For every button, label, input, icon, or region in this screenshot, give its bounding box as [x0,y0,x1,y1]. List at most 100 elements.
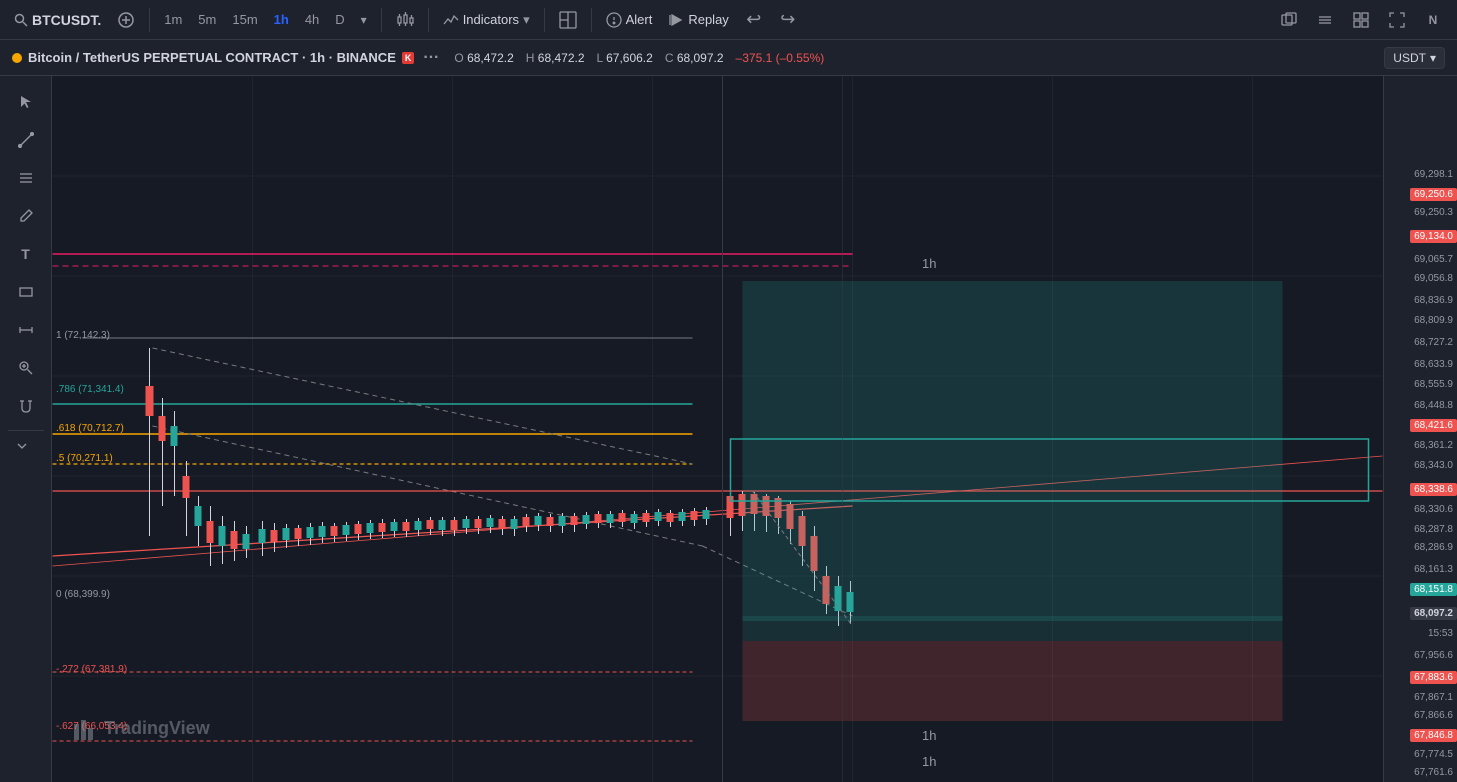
price-tick: 68,421.6 [1410,419,1457,432]
fib-level-neg272: -.272 (67,381.9) [56,664,127,675]
price-tick: 69,250.3 [1410,206,1457,219]
separator4 [544,8,545,32]
brush-tool[interactable] [8,198,44,234]
price-tick: 68,727.2 [1410,336,1457,349]
trend-line-tool[interactable] [8,122,44,158]
price-scale: 69,298.1 69,250.6 69,250.3 69,134.0 69,065.7… [1383,76,1457,782]
multipage-button[interactable] [1273,4,1305,36]
price-tick: 67,774.5 [1410,748,1457,761]
symbol-name-area: Bitcoin / TetherUS PERPETUAL CONTRACT · … [12,47,442,69]
price-tick: 68,343.0 [1410,459,1457,472]
price-tick: 67,846.8 [1410,729,1457,742]
zoom-tool[interactable] [8,350,44,386]
collapse-button[interactable] [8,435,36,457]
timeframe-dropdown[interactable]: ▾ [355,5,373,35]
indicators-chevron: ▾ [523,12,530,28]
undo-button[interactable]: ↩ [739,5,769,35]
ohlc-open: O 68,472.2 [454,51,513,65]
objects-tree-button[interactable] [1345,4,1377,36]
price-tick: 15:53 [1424,627,1457,640]
tf-4h[interactable]: 4h [299,9,325,30]
right-toolbar: N [1273,4,1449,36]
indicators-button[interactable]: Indicators ▾ [437,8,536,32]
text-tool[interactable]: T [8,236,44,272]
symbol-full-name: Bitcoin / TetherUS PERPETUAL CONTRACT · … [28,50,396,65]
price-tick: 68,161.3 [1410,563,1457,576]
fib-level-0: 0 (68,399.9) [56,589,110,600]
shapes-tool[interactable] [8,274,44,310]
price-tick: 67,956.6 [1410,649,1457,662]
separator5 [591,8,592,32]
price-tick: 68,330.6 [1410,503,1457,516]
tf-15m[interactable]: 15m [226,9,263,30]
tf-label-3: 1h [922,754,936,769]
fib-level-786: .786 (71,341.4) [56,384,124,395]
more-button[interactable]: ··· [420,47,442,69]
fib-level-5: .5 (70,271.1) [56,453,113,464]
price-tick: 68,555.9 [1410,378,1457,391]
separator3 [428,8,429,32]
ohlc-low: L 67,606.2 [597,51,653,65]
price-tick: 67,761.6 [1410,766,1457,779]
price-tick: 68,286.9 [1410,541,1457,554]
redo-button[interactable]: ↪ [773,5,803,35]
chart-area[interactable]: 1 (72,142.3) .786 (71,341.4) .618 (70,71… [52,76,1383,782]
price-tick: 69,134.0 [1410,230,1457,243]
price-tick: 69,065.7 [1410,253,1457,266]
tf-5m[interactable]: 5m [192,9,222,30]
measure-tool[interactable] [8,312,44,348]
drawing-tools-button[interactable] [1309,4,1341,36]
price-tick: 67,867.1 [1410,691,1457,704]
replay-label: Replay [688,12,728,27]
fib-level-618: .618 (70,712.7) [56,423,124,434]
replay-button[interactable]: Replay [662,8,734,32]
tv-logo-text: TradingView [104,718,210,739]
price-tick: 67,866.6 [1410,709,1457,722]
tf-1m[interactable]: 1m [158,9,188,30]
separator2 [381,8,382,32]
indicators-label: Indicators [463,12,519,27]
cursor-tool[interactable] [8,84,44,120]
separator [149,8,150,32]
price-tick: 68,836.9 [1410,294,1457,307]
price-tick: 68,151.8 [1410,583,1457,596]
price-tick: 68,361.2 [1410,439,1457,452]
price-change: –375.1 (–0.55%) [736,51,825,65]
tradingview-watermark: TradingView [72,714,210,742]
tf-1h[interactable]: 1h [268,9,295,30]
tf-label-1: 1h [922,256,936,271]
k-badge: K [402,52,415,64]
chart-canvas [52,76,1383,782]
symbol-bar: Bitcoin / TetherUS PERPETUAL CONTRACT · … [0,40,1457,76]
fib-tool[interactable] [8,160,44,196]
fullscreen-button[interactable] [1381,4,1413,36]
symbol-label: BTCUSDT. [32,12,101,28]
price-tick: 68,633.9 [1410,358,1457,371]
price-tick: 69,250.6 [1410,188,1457,201]
ohlc-close: C 68,097.2 [665,51,724,65]
left-sidebar: T [0,76,52,782]
price-tick: 68,097.2 [1410,607,1457,620]
ohlc-high: H 68,472.2 [526,51,585,65]
price-tick: 67,883.6 [1410,671,1457,684]
price-tick: 69,056.8 [1410,272,1457,285]
price-tick: 68,338.6 [1410,483,1457,496]
tf-label-2: 1h [922,728,936,743]
fib-level-1: 1 (72,142.3) [56,330,110,341]
price-tick: 68,448.8 [1410,399,1457,412]
alert-button[interactable]: Alert [600,8,659,32]
tf-d[interactable]: D [329,9,350,30]
price-tick: 69,298.1 [1410,168,1457,181]
layout-button[interactable] [553,5,583,35]
search-icon[interactable]: BTCUSDT. [8,8,107,32]
add-symbol-button[interactable] [111,5,141,35]
main-area: T [0,76,1457,782]
symbol-dot [12,53,22,63]
n-button[interactable]: N [1417,4,1449,36]
price-tick: 68,809.9 [1410,314,1457,327]
price-tick: 68,287.8 [1410,523,1457,536]
chart-type-button[interactable] [390,5,420,35]
magnet-tool[interactable] [8,388,44,424]
toolbar: BTCUSDT. 1m 5m 15m 1h 4h D ▾ Indicators … [0,0,1457,40]
currency-dropdown[interactable]: USDT ▾ [1384,47,1445,69]
